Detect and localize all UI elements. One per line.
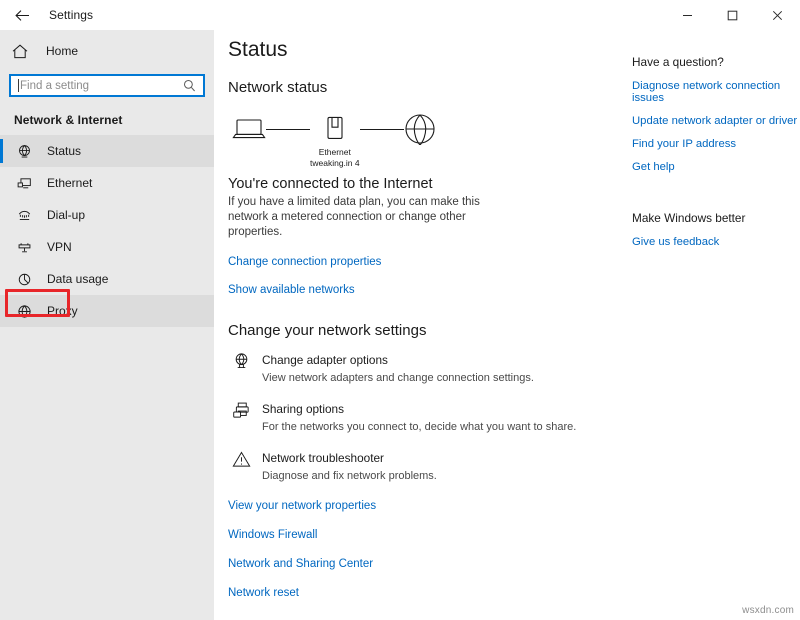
vpn-icon [14,240,34,255]
search-box[interactable] [9,74,205,97]
search-icon[interactable] [183,79,199,92]
option-network-troubleshooter[interactable]: Network troubleshooter Diagnose and fix … [228,449,618,483]
sidebar-item-ethernet[interactable]: Ethernet [0,167,214,199]
status-column: Status Network status [228,38,618,599]
window-body: Home Network & Internet [0,30,800,620]
diagram-internet [404,110,436,148]
option-subtitle: View network adapters and change connect… [262,371,618,385]
diagram-adapter-caption: Ethernet tweaking.in 4 [310,147,360,169]
diagram-link-right [360,129,404,130]
option-text: Sharing options For the networks you con… [262,400,618,434]
troubleshooter-warning-icon [232,449,262,469]
adapter-caption-line1: Ethernet [319,147,351,157]
link-get-help[interactable]: Get help [632,161,675,173]
connection-description: If you have a limited data plan, you can… [228,195,490,240]
sidebar-item-label: Dial-up [47,208,85,222]
bottom-links: View your network properties Windows Fir… [228,500,618,599]
proxy-globe-icon [14,304,34,319]
link-windows-firewall[interactable]: Windows Firewall [228,529,317,541]
option-title: Sharing options [262,402,344,416]
main-content: Status Network status [214,30,800,620]
option-sharing-options[interactable]: Sharing options For the networks you con… [228,400,618,434]
sidebar-item-home[interactable]: Home [0,34,214,68]
option-text: Network troubleshooter Diagnose and fix … [262,449,618,483]
data-usage-icon [14,272,34,287]
settings-window: Settings Home [0,0,800,620]
page-title: Status [228,38,618,62]
sidebar-item-data-usage[interactable]: Data usage [0,263,214,295]
ethernet-adapter-icon [324,110,346,148]
have-a-question-heading: Have a question? [632,55,800,69]
option-subtitle: For the networks you connect to, decide … [262,420,618,434]
link-give-us-feedback[interactable]: Give us feedback [632,236,719,248]
link-change-connection-properties[interactable]: Change connection properties [228,256,381,268]
sidebar-category-label: Network & Internet [0,97,214,135]
link-view-network-properties[interactable]: View your network properties [228,500,376,512]
watermark: wsxdn.com [742,605,794,616]
connection-heading: You're connected to the Internet [228,176,618,192]
sidebar-item-label: Data usage [47,272,108,286]
link-show-available-networks[interactable]: Show available networks [228,284,355,296]
title-bar: Settings [0,0,800,30]
home-icon [12,44,34,59]
adapter-caption-line2: tweaking.in 4 [310,158,360,168]
sidebar-item-vpn[interactable]: VPN [0,231,214,263]
sidebar-item-dial-up[interactable]: Dial-up [0,199,214,231]
option-subtitle: Diagnose and fix network problems. [262,469,618,483]
network-status-title: Network status [228,79,618,96]
dialup-icon [14,208,34,223]
link-update-network-adapter-or-driver[interactable]: Update network adapter or driver [632,115,797,127]
diagram-adapter: Ethernet tweaking.in 4 [310,110,360,169]
help-section-spacer [632,173,800,211]
diagram-link-left [266,129,310,130]
adapter-options-icon [232,351,262,371]
help-column: Have a question? Diagnose network connec… [618,38,800,599]
option-title: Network troubleshooter [262,451,384,465]
link-network-sharing-center[interactable]: Network and Sharing Center [228,558,373,570]
maximize-icon[interactable] [710,0,755,30]
sidebar-item-label: Proxy [47,304,78,318]
sharing-options-icon [232,400,262,420]
sidebar-item-label: VPN [47,240,72,254]
sidebar-nav-list: Status Ethernet [0,135,214,327]
change-network-settings-title: Change your network settings [228,322,618,339]
laptop-icon [232,110,266,148]
link-diagnose-network-connection-issues[interactable]: Diagnose network connection issues [632,80,800,104]
window-title: Settings [49,8,93,22]
status-globe-icon [14,144,34,159]
link-find-your-ip-address[interactable]: Find your IP address [632,138,736,150]
sidebar-item-label: Ethernet [47,176,92,190]
diagram-device [232,110,266,148]
option-text: Change adapter options View network adap… [262,351,618,385]
minimize-icon[interactable] [665,0,710,30]
make-windows-better-heading: Make Windows better [632,211,800,225]
search-input[interactable] [19,80,183,92]
network-diagram: Ethernet tweaking.in 4 [228,110,618,168]
back-arrow-icon[interactable] [0,0,44,30]
sidebar-home-label: Home [46,44,78,58]
close-icon[interactable] [755,0,800,30]
option-title: Change adapter options [262,353,388,367]
globe-icon [404,110,436,148]
sidebar-item-label: Status [47,144,81,158]
sidebar-item-status[interactable]: Status [0,135,214,167]
option-change-adapter-options[interactable]: Change adapter options View network adap… [228,351,618,385]
sidebar-item-proxy[interactable]: Proxy [0,295,214,327]
ethernet-icon [14,176,34,191]
link-network-reset[interactable]: Network reset [228,587,299,599]
sidebar: Home Network & Internet [0,30,214,620]
